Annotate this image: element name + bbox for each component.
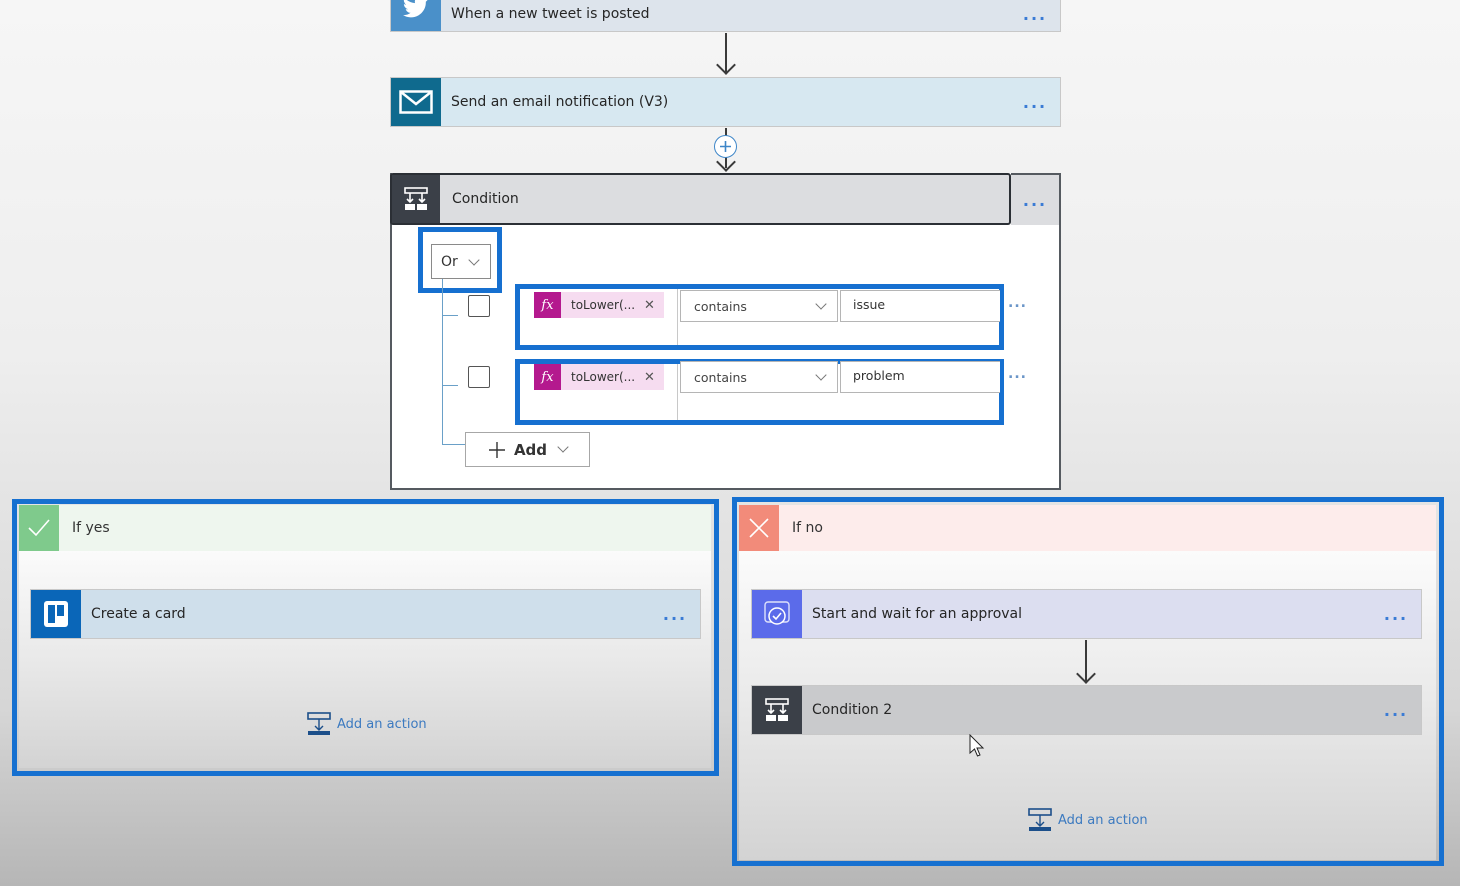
highlight-if-no [732, 497, 1444, 866]
operator-value: contains [694, 298, 747, 314]
condition-icon [392, 175, 440, 223]
row-1-checkbox[interactable] [468, 295, 490, 317]
row-1-operator-select[interactable]: contains [680, 290, 838, 322]
divider [677, 289, 678, 345]
operator-value: contains [694, 369, 747, 385]
row-2-operator-select[interactable]: contains [680, 361, 838, 393]
remove-token-icon[interactable]: ✕ [644, 370, 664, 385]
chevron-down-icon [468, 253, 480, 266]
divider [677, 364, 678, 420]
fx-icon: fx [534, 364, 561, 390]
group-operator-select[interactable]: Or [431, 244, 491, 279]
add-label: Add [513, 440, 548, 459]
arrow-head [716, 55, 736, 75]
trigger-title: When a new tweet is posted [451, 6, 650, 22]
highlight-if-yes [12, 499, 719, 776]
chevron-down-icon [815, 297, 827, 310]
row-2-checkbox[interactable] [468, 366, 490, 388]
add-condition-button[interactable]: Add [465, 432, 590, 467]
trigger-more-button[interactable]: ... [1010, 5, 1060, 24]
row-1-more-button[interactable]: ... [1008, 295, 1027, 311]
row-1-value-input[interactable]: issue [840, 290, 1000, 322]
tree-line [442, 315, 458, 316]
trigger-card[interactable]: When a new tweet is posted ... [390, 0, 1061, 32]
expression-token[interactable]: fx toLower(... ✕ [534, 364, 664, 390]
row-2-value-input[interactable]: problem [840, 361, 1000, 393]
condition-header[interactable]: Condition [390, 173, 1011, 225]
chevron-down-icon [557, 441, 569, 453]
email-more-button[interactable]: ... [1010, 93, 1060, 112]
token-label: toLower(... [571, 370, 636, 384]
tree-line [442, 444, 466, 445]
remove-token-icon[interactable]: ✕ [644, 298, 664, 313]
mouse-cursor-icon [969, 734, 985, 757]
mail-icon [391, 78, 441, 126]
condition-more-button[interactable]: ... [1011, 173, 1061, 225]
row-2-more-button[interactable]: ... [1008, 366, 1027, 382]
expression-token[interactable]: fx toLower(... ✕ [534, 292, 664, 318]
email-action-title: Send an email notification (V3) [451, 94, 669, 110]
tree-line [442, 385, 458, 386]
group-operator-value: Or [441, 253, 458, 270]
chevron-down-icon [815, 368, 827, 381]
email-action-card[interactable]: Send an email notification (V3) ... [390, 77, 1061, 127]
twitter-icon [391, 0, 441, 31]
condition-title: Condition [452, 191, 519, 207]
plus-icon [488, 441, 505, 458]
fx-icon: fx [534, 292, 561, 318]
tree-line [442, 279, 443, 444]
token-label: toLower(... [571, 298, 636, 312]
